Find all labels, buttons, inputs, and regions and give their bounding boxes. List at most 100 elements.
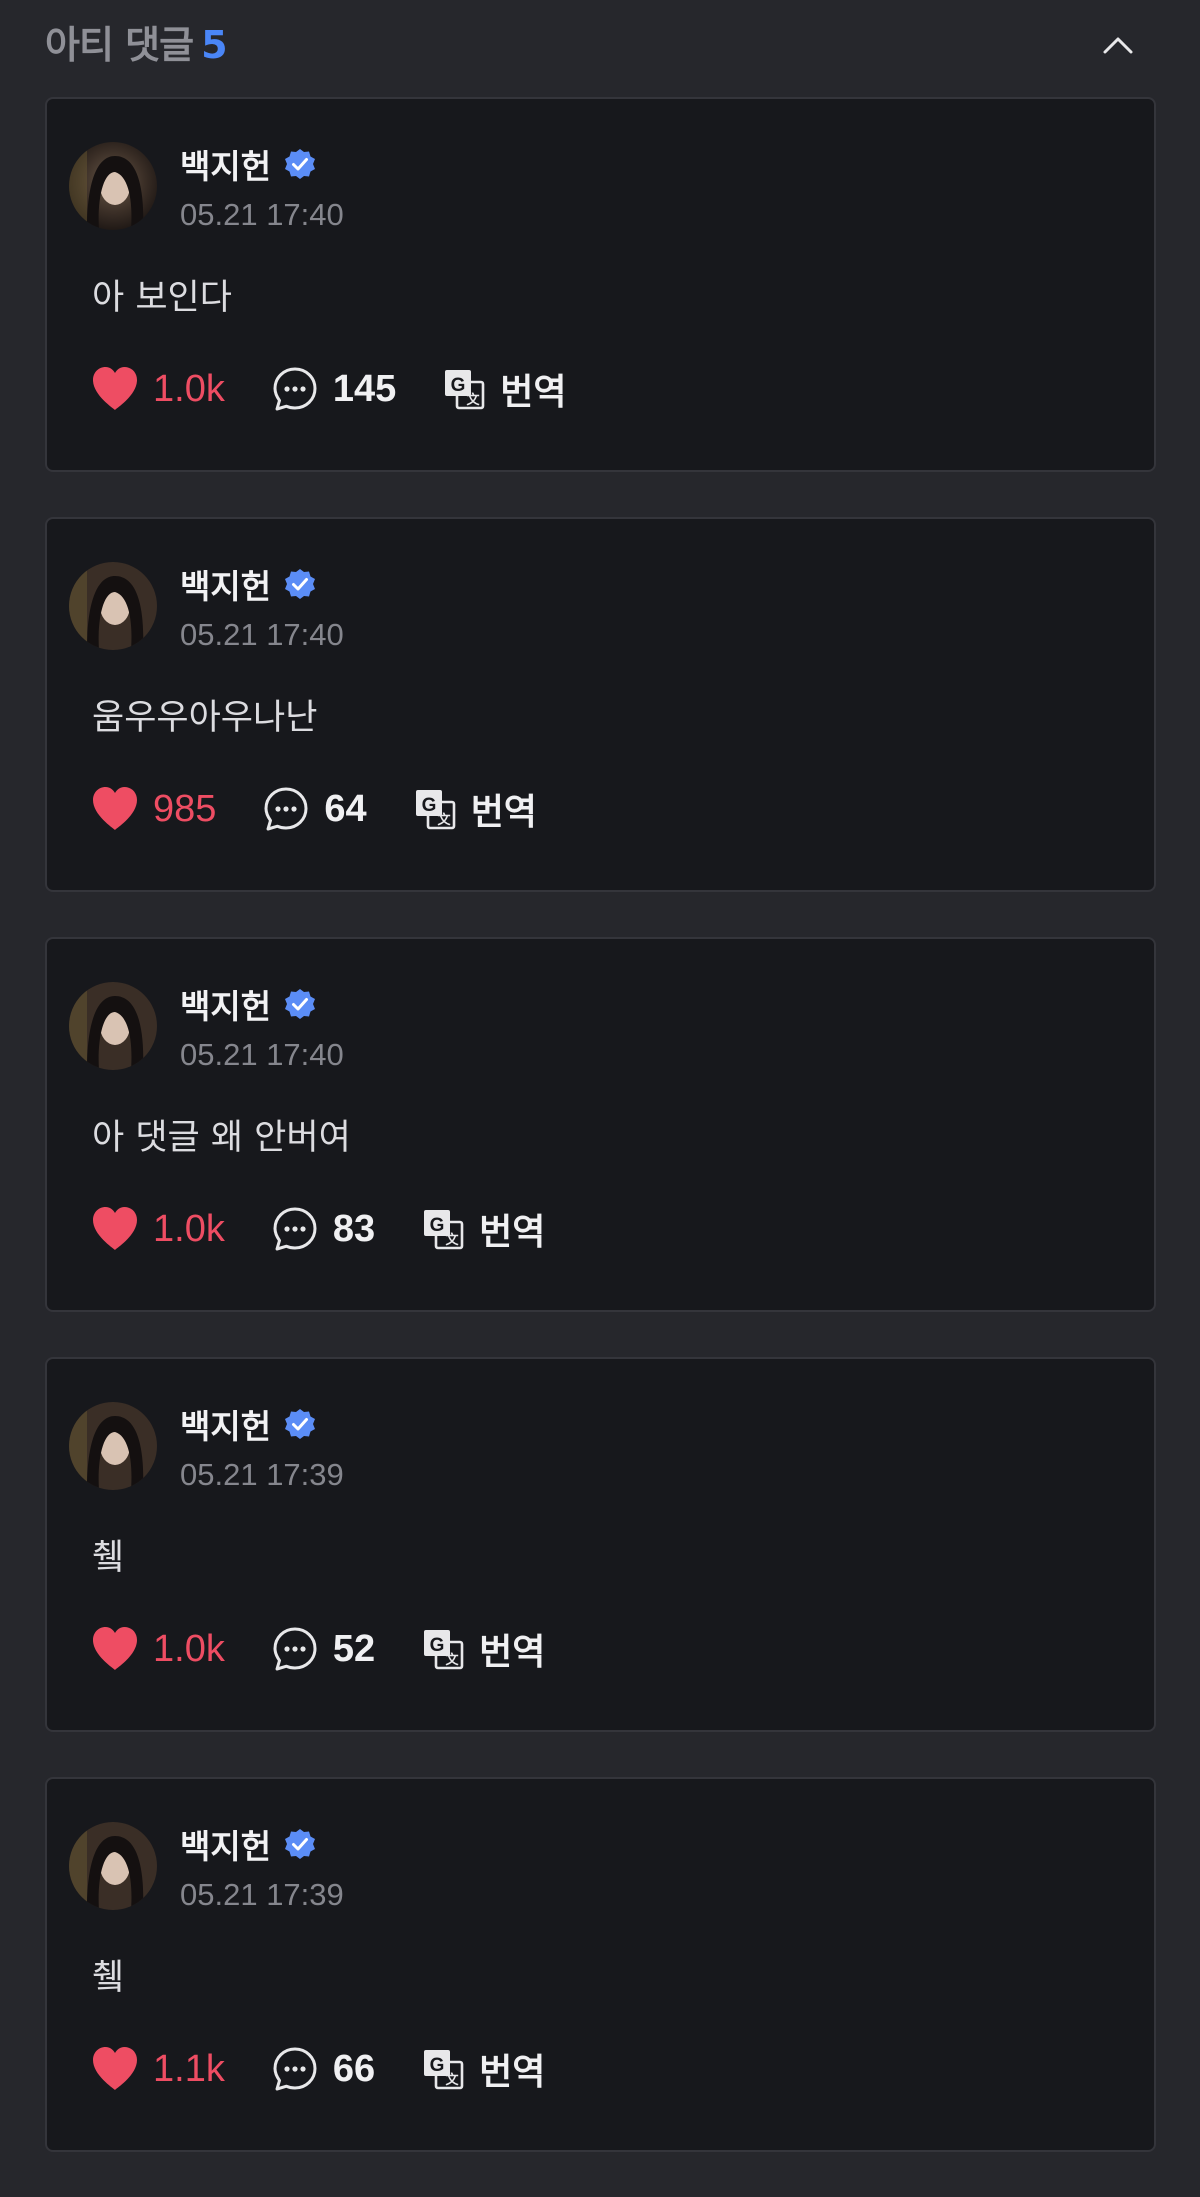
comment-actions: 1.1k 66 G文 번역 bbox=[91, 2041, 545, 2097]
author-name[interactable]: 백지헌 bbox=[180, 1820, 271, 1868]
comment-card: 백지헌 05.21 17:40 아 댓글 왜 안버여 1.0k 83 G文 번역 bbox=[45, 937, 1156, 1312]
like-button[interactable]: 1.0k bbox=[91, 366, 271, 412]
translate-button[interactable]: G文 번역 bbox=[421, 1203, 545, 1255]
comment-timestamp: 05.21 17:39 bbox=[180, 1457, 344, 1492]
svg-text:文: 文 bbox=[446, 1652, 460, 1668]
heart-icon bbox=[93, 787, 137, 830]
author-name[interactable]: 백지헌 bbox=[180, 1400, 271, 1448]
avatar[interactable] bbox=[69, 1402, 157, 1490]
speech-bubble-icon bbox=[273, 2047, 317, 2091]
svg-text:文: 文 bbox=[437, 812, 451, 828]
heart-icon bbox=[93, 2047, 137, 2090]
translate-button[interactable]: G文 번역 bbox=[413, 783, 537, 835]
comment-actions: 1.0k 52 G文 번역 bbox=[91, 1621, 545, 1677]
translate-icon: G文 bbox=[424, 1630, 464, 1670]
author-name[interactable]: 백지헌 bbox=[180, 140, 271, 188]
like-count: 1.0k bbox=[153, 1207, 225, 1250]
collapse-button[interactable] bbox=[1098, 26, 1138, 66]
svg-text:文: 文 bbox=[446, 1232, 460, 1248]
comment-text: 아 보인다 bbox=[92, 278, 232, 318]
translate-button[interactable]: G文 번역 bbox=[421, 1623, 545, 1675]
speech-bubble-icon bbox=[273, 367, 317, 411]
heart-icon bbox=[93, 367, 137, 410]
translate-icon: G文 bbox=[424, 2050, 464, 2090]
translate-icon: G文 bbox=[445, 370, 485, 410]
author-row: 백지헌 bbox=[180, 981, 317, 1027]
verified-badge-icon bbox=[285, 1409, 316, 1439]
verified-badge-icon bbox=[285, 989, 316, 1019]
comment-text: 아 댓글 왜 안버여 bbox=[92, 1118, 351, 1158]
comment-card: 백지헌 05.21 17:40 아 보인다 1.0k 145 G文 번역 bbox=[45, 97, 1156, 472]
author-name[interactable]: 백지헌 bbox=[180, 980, 271, 1028]
comment-timestamp: 05.21 17:39 bbox=[180, 1877, 344, 1912]
speech-bubble-icon bbox=[273, 1627, 317, 1671]
like-button[interactable]: 1.1k bbox=[91, 2046, 271, 2092]
author-row: 백지헌 bbox=[180, 141, 317, 187]
translate-button[interactable]: G文 번역 bbox=[421, 2043, 545, 2095]
verified-badge-icon bbox=[285, 1829, 316, 1859]
comment-actions: 985 64 G文 번역 bbox=[91, 781, 537, 837]
chevron-up-icon bbox=[1103, 37, 1133, 54]
translate-icon: G文 bbox=[415, 790, 455, 830]
comment-text: 췤 bbox=[92, 1958, 125, 1998]
author-row: 백지헌 bbox=[180, 1821, 317, 1867]
svg-text:G: G bbox=[451, 375, 466, 396]
comment-actions: 1.0k 83 G文 번역 bbox=[91, 1201, 545, 1257]
translate-icon: G文 bbox=[424, 1210, 464, 1250]
reply-button[interactable]: 145 bbox=[271, 365, 442, 413]
translate-label: 번역 bbox=[500, 372, 567, 413]
reply-count: 52 bbox=[332, 1627, 376, 1670]
like-count: 1.0k bbox=[153, 367, 225, 410]
heart-icon bbox=[93, 1627, 137, 1670]
comment-card: 백지헌 05.21 17:39 췤 1.1k 66 G文 번역 bbox=[45, 1777, 1156, 2152]
translate-label: 번역 bbox=[479, 1212, 546, 1253]
avatar[interactable] bbox=[69, 142, 157, 230]
avatar[interactable] bbox=[69, 1822, 157, 1910]
like-count: 1.1k bbox=[153, 2047, 225, 2090]
comment-text: 움우우아우나난 bbox=[92, 698, 318, 738]
avatar[interactable] bbox=[69, 562, 157, 650]
section-title-label: 아티 댓글 bbox=[45, 23, 194, 67]
reply-count: 145 bbox=[332, 367, 397, 410]
reply-button[interactable]: 83 bbox=[271, 1205, 421, 1253]
translate-label: 번역 bbox=[479, 2052, 546, 2093]
reply-button[interactable]: 66 bbox=[271, 2045, 421, 2093]
reply-count: 64 bbox=[324, 787, 367, 830]
reply-count: 83 bbox=[332, 1207, 376, 1250]
reply-count: 66 bbox=[332, 2047, 376, 2090]
like-count: 1.0k bbox=[153, 1627, 225, 1670]
author-row: 백지헌 bbox=[180, 1401, 317, 1447]
author-name[interactable]: 백지헌 bbox=[180, 560, 271, 608]
reply-button[interactable]: 64 bbox=[262, 785, 412, 833]
svg-text:文: 文 bbox=[467, 392, 481, 408]
like-button[interactable]: 1.0k bbox=[91, 1626, 271, 1672]
svg-text:G: G bbox=[430, 2055, 445, 2076]
speech-bubble-icon bbox=[264, 787, 308, 831]
svg-text:G: G bbox=[430, 1635, 445, 1656]
speech-bubble-icon bbox=[273, 1207, 317, 1251]
comment-timestamp: 05.21 17:40 bbox=[180, 617, 344, 652]
svg-text:G: G bbox=[430, 1215, 445, 1236]
comment-actions: 1.0k 145 G文 번역 bbox=[91, 361, 566, 417]
verified-badge-icon bbox=[285, 569, 316, 599]
comment-text: 췤 bbox=[92, 1538, 125, 1578]
section-title: 아티 댓글 5 bbox=[45, 14, 228, 69]
comment-card: 백지헌 05.21 17:40 움우우아우나난 985 64 G文 번역 bbox=[45, 517, 1156, 892]
comment-timestamp: 05.21 17:40 bbox=[180, 1037, 344, 1072]
translate-label: 번역 bbox=[470, 792, 537, 833]
svg-text:文: 文 bbox=[446, 2072, 460, 2088]
svg-text:G: G bbox=[421, 795, 436, 816]
verified-badge-icon bbox=[285, 149, 316, 179]
artist-comments-header: 아티 댓글 5 bbox=[0, 0, 1200, 88]
comment-count: 5 bbox=[201, 23, 227, 67]
avatar[interactable] bbox=[69, 982, 157, 1070]
like-button[interactable]: 1.0k bbox=[91, 1206, 271, 1252]
like-button[interactable]: 985 bbox=[91, 786, 262, 832]
translate-button[interactable]: G文 번역 bbox=[442, 363, 566, 415]
reply-button[interactable]: 52 bbox=[271, 1625, 421, 1673]
comment-list: 백지헌 05.21 17:40 아 보인다 1.0k 145 G文 번역 백지헌 bbox=[45, 97, 1156, 2197]
translate-label: 번역 bbox=[479, 1632, 546, 1673]
like-count: 985 bbox=[153, 787, 217, 830]
comment-timestamp: 05.21 17:40 bbox=[180, 197, 344, 232]
author-row: 백지헌 bbox=[180, 561, 317, 607]
